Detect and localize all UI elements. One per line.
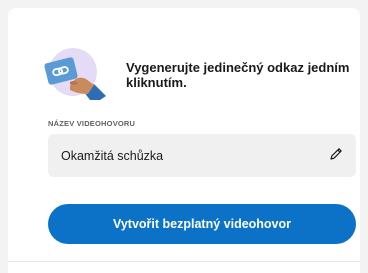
hand-holding-link-card-icon [44, 48, 106, 100]
pencil-icon[interactable] [328, 146, 344, 162]
hero-title: Vygenerujte jedinečný odkaz jedním klikn… [126, 60, 350, 90]
meeting-name-value[interactable]: Okamžitá schůzka [61, 149, 163, 163]
create-meeting-card: Vygenerujte jedinečný odkaz jedním klikn… [8, 8, 360, 273]
divider [8, 261, 360, 262]
create-free-video-call-button[interactable]: Vytvořit bezplatný videohovor [48, 204, 356, 244]
meeting-name-label: NÁZEV VIDEOHOVORU [48, 119, 136, 128]
meeting-name-field[interactable]: Okamžitá schůzka [48, 134, 356, 177]
